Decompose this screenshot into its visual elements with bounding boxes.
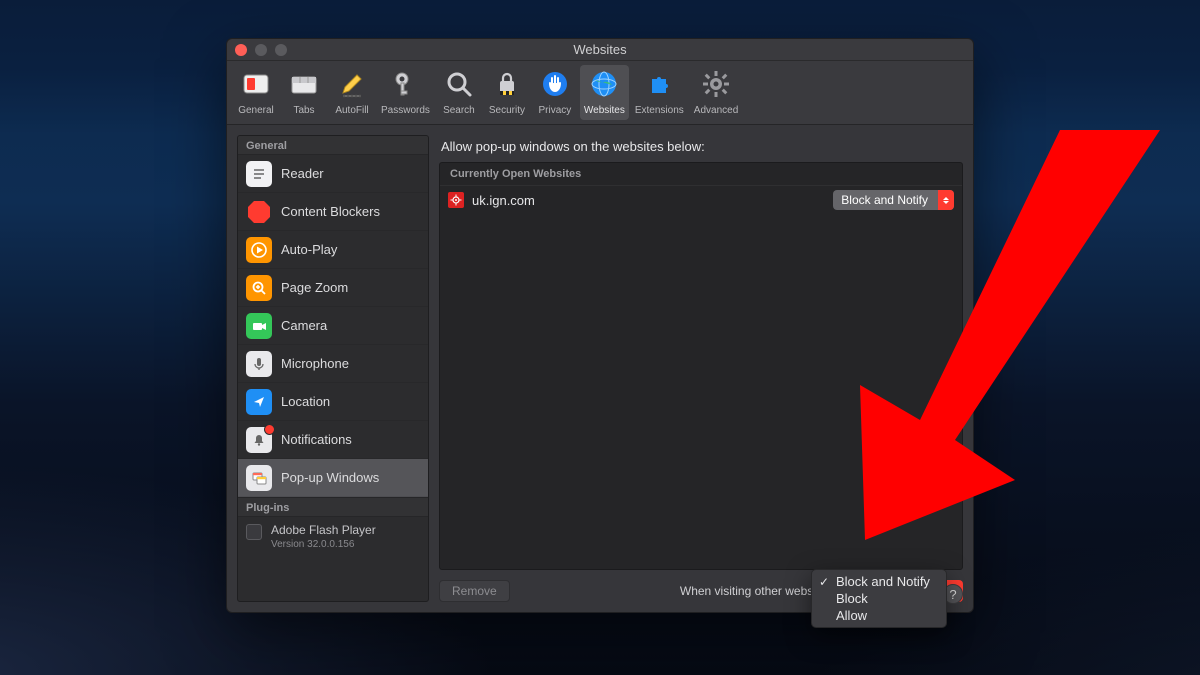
tab-websites[interactable]: Websites xyxy=(580,65,629,120)
tab-security[interactable]: Security xyxy=(484,65,530,120)
menu-option-label: Block and Notify xyxy=(836,574,930,589)
sidebar-item-label: Content Blockers xyxy=(281,204,380,219)
sidebar-item-camera[interactable]: Camera xyxy=(238,307,428,345)
toolbar-label: Tabs xyxy=(293,105,314,116)
magnifier-icon xyxy=(442,67,476,101)
sidebar-item-content-blockers[interactable]: Content Blockers xyxy=(238,193,428,231)
plugin-row-flash[interactable]: Adobe Flash Player Version 32.0.0.156 xyxy=(238,517,428,556)
sidebar-item-label: Reader xyxy=(281,166,324,181)
sidebar-item-label: Location xyxy=(281,394,330,409)
camera-icon xyxy=(246,313,272,339)
sidebar-item-label: Microphone xyxy=(281,356,349,371)
sidebar-section-general: General xyxy=(238,136,428,155)
pencil-icon xyxy=(335,67,369,101)
bell-icon xyxy=(246,427,272,453)
main-panel: Allow pop-up windows on the websites bel… xyxy=(439,135,963,602)
menu-option-label: Allow xyxy=(836,608,867,623)
gear-icon xyxy=(699,67,733,101)
sidebar-item-label: Page Zoom xyxy=(281,280,348,295)
sidebar-item-auto-play[interactable]: Auto-Play xyxy=(238,231,428,269)
sidebar-item-label: Camera xyxy=(281,318,327,333)
remove-button[interactable]: Remove xyxy=(439,580,510,602)
main-heading: Allow pop-up windows on the websites bel… xyxy=(439,135,963,162)
menu-option-block-and-notify[interactable]: ✓ Block and Notify xyxy=(812,573,946,590)
tab-passwords[interactable]: Passwords xyxy=(377,65,434,120)
tab-advanced[interactable]: Advanced xyxy=(690,65,742,120)
zoom-window-button[interactable] xyxy=(275,44,287,56)
minimize-window-button[interactable] xyxy=(255,44,267,56)
toolbar-label: Search xyxy=(443,105,475,116)
policy-dropdown-menu: ✓ Block and Notify Block Allow xyxy=(811,569,947,628)
sidebar-section-plugins: Plug-ins xyxy=(238,497,428,517)
tab-extensions[interactable]: Extensions xyxy=(631,65,688,120)
toolbar-label: Advanced xyxy=(694,105,738,116)
titlebar: Websites xyxy=(227,39,973,61)
site-policy-select[interactable]: Block and Notify xyxy=(833,190,954,210)
checkmark-icon: ✓ xyxy=(818,575,830,589)
toolbar-label: Privacy xyxy=(539,105,572,116)
tab-privacy[interactable]: Privacy xyxy=(532,65,578,120)
tab-autofill[interactable]: AutoFill xyxy=(329,65,375,120)
plugin-enable-checkbox[interactable] xyxy=(246,524,262,540)
sidebar-item-label: Notifications xyxy=(281,432,352,447)
sidebar-item-reader[interactable]: Reader xyxy=(238,155,428,193)
toolbar-label: General xyxy=(238,105,274,116)
tab-general[interactable]: General xyxy=(233,65,279,120)
sidebar-item-label: Pop-up Windows xyxy=(281,470,379,485)
toolbar-label: AutoFill xyxy=(335,105,368,116)
puzzle-icon xyxy=(642,67,676,101)
sidebar-item-location[interactable]: Location xyxy=(238,383,428,421)
sidebar: General Reader Content Blockers Auto-Pla… xyxy=(237,135,429,602)
hand-privacy-icon xyxy=(538,67,572,101)
location-arrow-icon xyxy=(246,389,272,415)
stop-sign-icon xyxy=(246,199,272,225)
toggle-switch-icon xyxy=(239,67,273,101)
sidebar-item-microphone[interactable]: Microphone xyxy=(238,345,428,383)
websites-list: Currently Open Websites uk.ign.com Block… xyxy=(439,162,963,570)
tab-tabs[interactable]: Tabs xyxy=(281,65,327,120)
window-title: Websites xyxy=(227,42,973,57)
sidebar-item-label: Auto-Play xyxy=(281,242,337,257)
sidebar-item-notifications[interactable]: Notifications xyxy=(238,421,428,459)
footer-row: Remove When visiting other websites: Blo… xyxy=(439,570,963,602)
sidebar-item-page-zoom[interactable]: Page Zoom xyxy=(238,269,428,307)
key-icon xyxy=(388,67,422,101)
website-row[interactable]: uk.ign.com Block and Notify xyxy=(440,186,962,214)
preferences-window: Websites General Tabs AutoFill xyxy=(226,38,974,613)
reader-icon xyxy=(246,161,272,187)
menu-option-block[interactable]: Block xyxy=(812,590,946,607)
site-favicon-icon xyxy=(448,192,464,208)
plugin-version: Version 32.0.0.156 xyxy=(271,539,376,550)
site-domain: uk.ign.com xyxy=(472,193,535,208)
globe-icon xyxy=(587,67,621,101)
tab-search[interactable]: Search xyxy=(436,65,482,120)
toolbar-label: Passwords xyxy=(381,105,430,116)
traffic-lights xyxy=(235,44,287,56)
close-window-button[interactable] xyxy=(235,44,247,56)
plugin-name: Adobe Flash Player xyxy=(271,523,376,537)
lock-stripes-icon xyxy=(490,67,524,101)
zoom-icon xyxy=(246,275,272,301)
play-icon xyxy=(246,237,272,263)
microphone-icon xyxy=(246,351,272,377)
sidebar-item-popup-windows[interactable]: Pop-up Windows xyxy=(238,459,428,497)
currently-open-header: Currently Open Websites xyxy=(440,163,962,186)
menu-option-allow[interactable]: Allow xyxy=(812,607,946,624)
site-policy-value: Block and Notify xyxy=(833,193,938,207)
toolbar-label: Websites xyxy=(584,105,625,116)
toolbar: General Tabs AutoFill Passwords xyxy=(227,61,973,125)
toolbar-label: Security xyxy=(489,105,525,116)
windows-icon xyxy=(246,465,272,491)
tabs-icon xyxy=(287,67,321,101)
toolbar-label: Extensions xyxy=(635,105,684,116)
menu-option-label: Block xyxy=(836,591,868,606)
stepper-arrows-icon xyxy=(938,190,954,210)
